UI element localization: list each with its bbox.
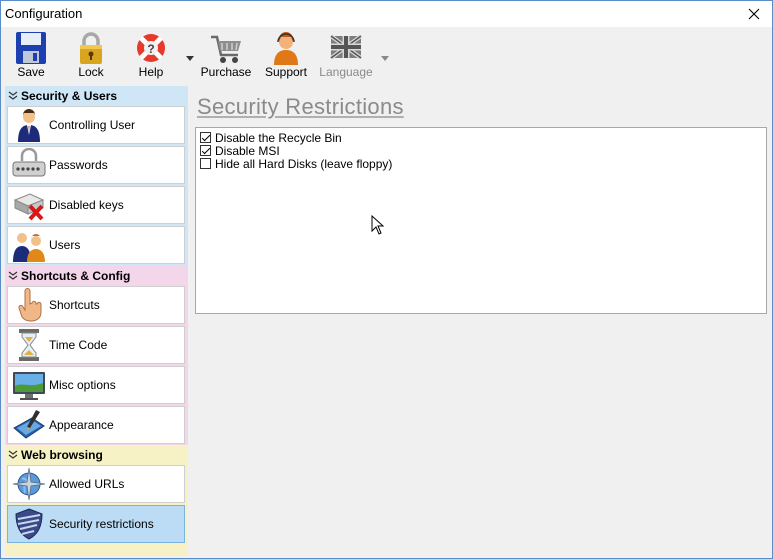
language-label: Language — [319, 65, 373, 79]
svg-text:?: ? — [147, 42, 154, 56]
chevron-collapse-icon — [8, 450, 18, 459]
sidebar-item-time-code[interactable]: Time Code — [7, 326, 185, 364]
checkbox[interactable] — [200, 145, 211, 156]
group-title: Shortcuts & Config — [21, 268, 131, 283]
disabled-keys-icon — [13, 193, 45, 221]
users-icon — [13, 233, 45, 262]
sidebar: Security & Users Controlling User Passwo… — [5, 86, 188, 556]
mouse-cursor-icon — [371, 215, 385, 235]
option-label: Disable the Recycle Bin — [215, 130, 342, 145]
sidebar-item-passwords[interactable]: Passwords — [7, 146, 185, 184]
chevron-collapse-icon — [8, 91, 18, 100]
pointing-hand-icon — [18, 288, 42, 322]
padlock-icon — [80, 32, 102, 64]
toolbar: Save Lock ? Help Purchase Support Langua… — [1, 27, 772, 85]
group-header[interactable]: Security & Users — [5, 86, 188, 105]
main-content: Security Restrictions Disable the Recycl… — [191, 86, 771, 556]
group-title: Web browsing — [21, 447, 103, 462]
sidebar-item-label: Time Code — [49, 338, 108, 352]
purchase-label: Purchase — [200, 65, 252, 79]
group-header[interactable]: Web browsing — [5, 445, 188, 464]
help-button[interactable]: ? Help — [129, 29, 173, 81]
sidebar-item-shortcuts[interactable]: Shortcuts — [7, 286, 185, 324]
paint-laptop-icon — [13, 410, 45, 439]
sidebar-item-controlling-user[interactable]: Controlling User — [7, 106, 185, 144]
support-button[interactable]: Support — [263, 29, 309, 81]
lock-button[interactable]: Lock — [69, 29, 113, 81]
monitor-icon — [13, 372, 45, 400]
support-label: Support — [264, 65, 308, 79]
group-header[interactable]: Shortcuts & Config — [5, 266, 188, 285]
sidebar-item-label: Shortcuts — [49, 298, 100, 312]
checkbox[interactable] — [200, 158, 211, 169]
sidebar-item-security-restrictions[interactable]: Security restrictions — [7, 505, 185, 543]
checkbox[interactable] — [200, 132, 211, 143]
password-keyboard-icon — [12, 148, 46, 177]
sidebar-item-misc-options[interactable]: Misc options — [7, 366, 185, 404]
sidebar-item-appearance[interactable]: Appearance — [7, 406, 185, 444]
sidebar-item-allowed-urls[interactable]: Allowed URLs — [7, 465, 185, 503]
group-security-users: Security & Users Controlling User Passwo… — [5, 86, 188, 266]
sidebar-item-label: Users — [49, 238, 81, 252]
lock-label: Lock — [78, 65, 104, 79]
support-agent-icon — [274, 32, 298, 65]
sidebar-item-label: Allowed URLs — [49, 477, 125, 491]
shield-icon — [15, 508, 43, 540]
sidebar-item-label: Disabled keys — [49, 198, 124, 212]
globe-compass-icon — [12, 467, 46, 501]
lifebuoy-icon: ? — [137, 34, 165, 62]
language-dropdown-arrow-icon[interactable] — [380, 54, 390, 62]
chevron-collapse-icon — [8, 271, 18, 280]
option-label: Disable MSI — [215, 143, 280, 158]
sidebar-item-users[interactable]: Users — [7, 226, 185, 264]
purchase-button[interactable]: Purchase — [199, 29, 253, 81]
shopping-cart-icon — [211, 35, 241, 63]
page-title: Security Restrictions — [197, 94, 404, 119]
window-title: Configuration — [5, 6, 83, 21]
option-hide-hard-disks[interactable]: Hide all Hard Disks (leave floppy) — [200, 156, 393, 171]
save-label: Save — [17, 65, 45, 79]
option-disable-msi[interactable]: Disable MSI — [200, 143, 280, 158]
options-panel: Disable the Recycle Bin Disable MSI Hide… — [195, 127, 767, 314]
sidebar-item-label: Controlling User — [49, 118, 136, 132]
configuration-window: Configuration Save Lock ? Help Purchase … — [0, 0, 773, 559]
uk-flag-icon — [329, 34, 363, 60]
sidebar-item-label: Appearance — [49, 418, 114, 432]
title-bar: Configuration — [1, 1, 772, 27]
user-icon — [18, 109, 40, 142]
option-label: Hide all Hard Disks (leave floppy) — [215, 156, 393, 171]
group-title: Security & Users — [21, 88, 118, 103]
language-button[interactable]: Language — [319, 29, 373, 81]
sidebar-item-disabled-keys[interactable]: Disabled keys — [7, 186, 185, 224]
save-button[interactable]: Save — [9, 29, 53, 81]
save-disk-icon — [16, 32, 46, 64]
sidebar-item-label: Passwords — [49, 158, 108, 172]
sidebar-item-label: Security restrictions — [49, 517, 154, 531]
help-dropdown-arrow-icon[interactable] — [185, 54, 195, 62]
close-button[interactable] — [736, 1, 772, 27]
sidebar-item-label: Misc options — [49, 378, 116, 392]
hourglass-icon — [19, 329, 39, 361]
group-web-browsing: Web browsing Allowed URLs Security restr… — [5, 445, 188, 556]
option-disable-recycle-bin[interactable]: Disable the Recycle Bin — [200, 130, 342, 145]
group-shortcuts-config: Shortcuts & Config Shortcuts Time Code M… — [5, 266, 188, 445]
close-icon — [748, 8, 760, 20]
help-label: Help — [138, 65, 164, 79]
